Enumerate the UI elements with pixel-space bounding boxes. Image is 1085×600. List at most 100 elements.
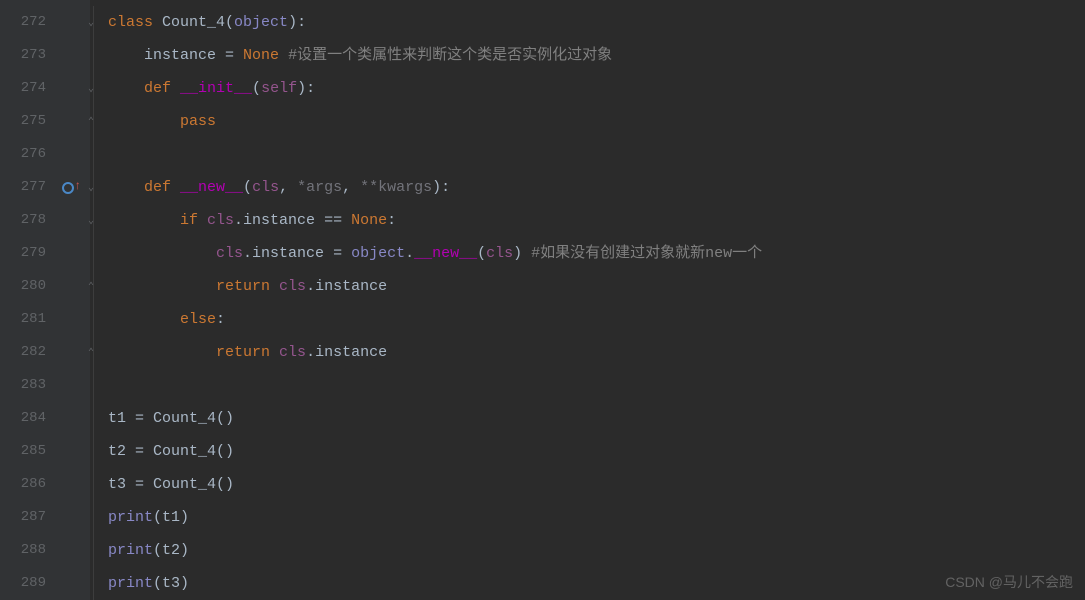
fold-toggle[interactable]: ⌃: [88, 336, 102, 369]
indent: [108, 179, 144, 196]
paren: (: [477, 245, 486, 262]
keyword-if: if: [180, 212, 207, 229]
param-args: *args: [297, 179, 342, 196]
indent: [108, 278, 216, 295]
indent: [108, 80, 144, 97]
param-cls: cls: [252, 179, 279, 196]
code-line[interactable]: t1 = Count_4(): [108, 402, 1085, 435]
paren: (: [243, 179, 252, 196]
line-number[interactable]: 285: [0, 435, 46, 468]
operator: =: [135, 443, 153, 460]
param-kwargs: **kwargs: [360, 179, 432, 196]
fold-vertical-line: [93, 6, 94, 600]
operator: =: [135, 476, 153, 493]
fold-toggle[interactable]: ⌃: [88, 105, 102, 138]
none-literal: None: [351, 212, 387, 229]
code-line[interactable]: pass: [108, 105, 1085, 138]
line-number[interactable]: 272: [0, 6, 46, 39]
comment: #如果没有创建过对象就新new一个: [531, 245, 762, 262]
line-number[interactable]: 283: [0, 369, 46, 402]
override-icon: ↑: [64, 181, 78, 195]
fold-toggle[interactable]: ⌄: [88, 6, 102, 39]
fold-toggle[interactable]: ⌃: [88, 270, 102, 303]
call: Count_4: [153, 443, 216, 460]
line-number[interactable]: 284: [0, 402, 46, 435]
code-line[interactable]: t2 = Count_4(): [108, 435, 1085, 468]
code-line[interactable]: def __new__(cls, *args, **kwargs):: [108, 171, 1085, 204]
parens: (): [216, 410, 234, 427]
indent: [108, 245, 216, 262]
line-number[interactable]: 275: [0, 105, 46, 138]
fold-toggle[interactable]: ⌄: [88, 171, 102, 204]
parens: (): [216, 443, 234, 460]
line-number[interactable]: 282: [0, 336, 46, 369]
fold-column: ⌄ ⌄ ⌃ ⌄ ⌄ ⌃ ⌃: [88, 6, 102, 369]
variable: t1: [108, 410, 135, 427]
line-number[interactable]: 279: [0, 237, 46, 270]
code-area[interactable]: class Count_4(object): instance = None #…: [90, 0, 1085, 600]
builtin-print: print: [108, 542, 153, 559]
code-line[interactable]: [108, 138, 1085, 171]
line-number[interactable]: 287: [0, 501, 46, 534]
builtin-print: print: [108, 575, 153, 592]
none-literal: None: [243, 47, 288, 64]
marker-slot: [56, 6, 86, 39]
paren: ): [180, 575, 189, 592]
paren: ):: [297, 80, 315, 97]
override-marker[interactable]: ↑: [56, 171, 86, 204]
code-line[interactable]: def __init__(self):: [108, 72, 1085, 105]
code-line[interactable]: instance = None #设置一个类属性来判断这个类是否实例化过对象: [108, 39, 1085, 72]
indent: [108, 311, 180, 328]
colon: :: [216, 311, 225, 328]
code-line[interactable]: print(t3): [108, 567, 1085, 600]
keyword-def: def: [144, 179, 180, 196]
builtin-object: object: [234, 14, 288, 31]
code-line[interactable]: return cls.instance: [108, 336, 1085, 369]
line-number[interactable]: 288: [0, 534, 46, 567]
code-line[interactable]: class Count_4(object):: [108, 6, 1085, 39]
code-line[interactable]: print(t2): [108, 534, 1085, 567]
argument: t1: [162, 509, 180, 526]
fold-toggle[interactable]: ⌄: [88, 204, 102, 237]
paren: (: [153, 542, 162, 559]
paren: ):: [288, 14, 306, 31]
code-line[interactable]: if cls.instance == None:: [108, 204, 1085, 237]
cls-ref: cls: [216, 245, 243, 262]
code-editor: 272 273 274 275 276 277 278 279 280 281 …: [0, 0, 1085, 600]
operator: =: [135, 410, 153, 427]
cls-ref: cls: [207, 212, 234, 229]
line-number[interactable]: 281: [0, 303, 46, 336]
line-number[interactable]: 280: [0, 270, 46, 303]
fold-toggle[interactable]: ⌄: [88, 72, 102, 105]
builtin-object: object: [351, 245, 405, 262]
line-number[interactable]: 278: [0, 204, 46, 237]
keyword-class: class: [108, 14, 162, 31]
magic-method: __new__: [180, 179, 243, 196]
line-number[interactable]: 273: [0, 39, 46, 72]
code-line[interactable]: return cls.instance: [108, 270, 1085, 303]
operator: ==: [324, 212, 351, 229]
line-number[interactable]: 286: [0, 468, 46, 501]
fold-guide: [88, 138, 102, 171]
indent: [108, 47, 144, 64]
code-line[interactable]: t3 = Count_4(): [108, 468, 1085, 501]
code-line[interactable]: print(t1): [108, 501, 1085, 534]
line-number[interactable]: 276: [0, 138, 46, 171]
comment: #设置一个类属性来判断这个类是否实例化过对象: [288, 47, 612, 64]
marker-slot: [56, 105, 86, 138]
argument: t3: [162, 575, 180, 592]
variable: t3: [108, 476, 135, 493]
keyword-else: else: [180, 311, 216, 328]
line-number[interactable]: 289: [0, 567, 46, 600]
cls-ref: cls: [486, 245, 513, 262]
keyword-return: return: [216, 278, 279, 295]
keyword-pass: pass: [180, 113, 216, 130]
code-line[interactable]: cls.instance = object.__new__(cls) #如果没有…: [108, 237, 1085, 270]
indent: [108, 113, 180, 130]
paren: ):: [432, 179, 450, 196]
indent: [108, 212, 180, 229]
code-line[interactable]: [108, 369, 1085, 402]
line-number[interactable]: 274: [0, 72, 46, 105]
code-line[interactable]: else:: [108, 303, 1085, 336]
line-number[interactable]: 277: [0, 171, 46, 204]
